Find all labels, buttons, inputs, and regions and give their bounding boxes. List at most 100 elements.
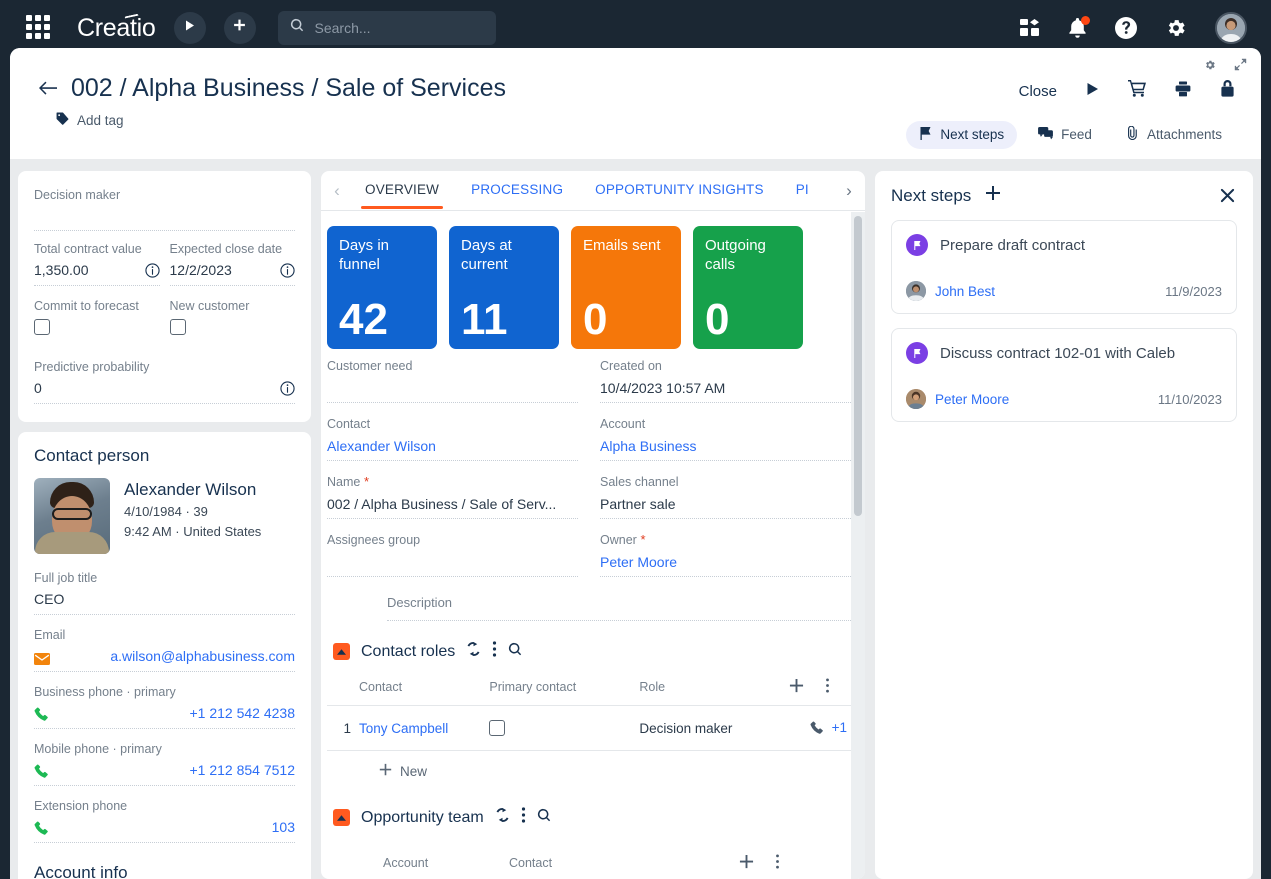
column-options-icon[interactable] <box>775 858 780 872</box>
dashboard-icon[interactable] <box>1020 19 1040 37</box>
search-icon[interactable] <box>508 642 523 662</box>
mobile-phone-value[interactable]: +1 212 854 7512 <box>190 759 296 781</box>
column-options-icon[interactable] <box>825 682 830 696</box>
field-mobile-phone[interactable]: Mobile phone · primary +1 212 854 7512 <box>34 739 295 786</box>
add-next-step-icon[interactable] <box>985 185 1001 206</box>
commit-to-forecast-checkbox[interactable] <box>34 319 50 335</box>
center-scrollbar[interactable] <box>851 212 865 879</box>
cart-icon[interactable] <box>1128 80 1146 102</box>
close-button[interactable]: Close <box>1019 83 1057 100</box>
contact-person-birthdate: 4/10/1984 · 39 <box>124 502 261 522</box>
add-new-contact-role-button[interactable]: New <box>327 751 851 779</box>
email-value[interactable]: a.wilson@alphabusiness.com <box>110 645 295 667</box>
kpi-days-at-current[interactable]: Days at current 11 <box>449 226 559 349</box>
run-process-icon[interactable] <box>1086 82 1099 101</box>
notifications-bell-icon[interactable] <box>1068 18 1087 39</box>
page-settings-gear-icon[interactable] <box>1204 58 1216 76</box>
field-business-phone[interactable]: Business phone · primary +1 212 542 4238 <box>34 682 295 729</box>
refresh-icon[interactable] <box>466 642 481 661</box>
phone-icon[interactable] <box>808 721 824 736</box>
row-primary-contact-checkbox[interactable] <box>489 720 505 736</box>
field-name[interactable]: Name * 002 / Alpha Business / Sale of Se… <box>327 471 578 519</box>
brand-logo[interactable]: Creatio <box>77 14 156 43</box>
kpi-outgoing-calls[interactable]: Outgoing calls 0 <box>693 226 803 349</box>
lock-icon[interactable] <box>1220 80 1235 102</box>
info-icon[interactable] <box>280 263 295 278</box>
print-icon[interactable] <box>1175 81 1191 102</box>
close-panel-icon[interactable] <box>1220 188 1235 208</box>
field-divider <box>34 728 295 729</box>
user-avatar[interactable] <box>1215 12 1247 44</box>
field-account[interactable]: Account Alpha Business <box>600 413 851 461</box>
account-value[interactable]: Alpha Business <box>600 435 851 457</box>
kpi-days-in-funnel-value: 42 <box>339 297 425 343</box>
play-icon <box>183 19 196 37</box>
extension-phone-value[interactable]: 103 <box>272 816 295 838</box>
next-step-card[interactable]: Discuss contract 102-01 with Caleb Peter… <box>891 328 1237 422</box>
tab-processing[interactable]: PROCESSING <box>455 172 579 209</box>
contact-person-name[interactable]: Alexander Wilson <box>124 478 261 502</box>
tab-attachments[interactable]: Attachments <box>1113 120 1235 149</box>
table-header-row: Contact Primary contact Role <box>327 672 851 706</box>
tab-feed[interactable]: Feed <box>1025 121 1105 149</box>
settings-gear-icon[interactable] <box>1165 17 1187 39</box>
field-expected-close-date[interactable]: Expected close date 12/2/2023 <box>170 239 296 286</box>
tabs-scroll-left-icon[interactable]: ‹ <box>325 181 349 201</box>
scrollbar-thumb[interactable] <box>854 216 862 516</box>
field-assignees-group[interactable]: Assignees group <box>327 529 578 577</box>
expand-icon[interactable] <box>1234 58 1247 76</box>
info-icon[interactable] <box>280 381 295 396</box>
field-sales-channel[interactable]: Sales channel Partner sale <box>600 471 851 519</box>
help-icon[interactable] <box>1115 17 1137 39</box>
add-row-icon[interactable] <box>789 682 807 696</box>
field-commit-to-forecast: Commit to forecast <box>34 296 160 335</box>
next-step-owner[interactable]: Peter Moore <box>935 392 1009 407</box>
next-step-owner[interactable]: John Best <box>935 284 995 299</box>
sales-channel-label: Sales channel <box>600 471 851 493</box>
add-button[interactable] <box>224 12 256 44</box>
owner-value[interactable]: Peter Moore <box>600 551 851 573</box>
field-decision-maker[interactable]: Decision maker <box>34 185 295 231</box>
col-team-actions <box>735 848 851 879</box>
table-row[interactable]: 1 Tony Campbell Decision maker +1 <box>327 706 851 751</box>
section-contact-roles: Contact roles <box>327 621 851 779</box>
more-options-icon[interactable] <box>492 641 497 662</box>
tab-next-steps[interactable]: Next steps <box>906 121 1017 149</box>
field-email[interactable]: Email a.wilson@alphabusiness.com <box>34 625 295 672</box>
global-search-box[interactable]: Search... <box>278 11 496 45</box>
field-predictive-probability[interactable]: Predictive probability 0 <box>34 357 295 404</box>
add-row-icon[interactable] <box>739 858 757 872</box>
record-actions: Close <box>1019 80 1235 102</box>
refresh-icon[interactable] <box>495 808 510 827</box>
field-customer-need[interactable]: Customer need <box>327 355 578 403</box>
contact-person-localtime: 9:42 AM · United States <box>124 522 261 542</box>
tabs-scroll-right-icon[interactable]: › <box>837 181 861 201</box>
apps-grid-icon[interactable] <box>26 15 52 41</box>
contact-value[interactable]: Alexander Wilson <box>327 435 578 457</box>
kpi-emails-sent[interactable]: Emails sent 0 <box>571 226 681 349</box>
field-owner[interactable]: Owner * Peter Moore <box>600 529 851 577</box>
more-options-icon[interactable] <box>521 807 526 828</box>
new-customer-checkbox[interactable] <box>170 319 186 335</box>
tab-overview[interactable]: OVERVIEW <box>349 172 455 209</box>
search-icon[interactable] <box>537 808 552 828</box>
tab-opportunity-insights[interactable]: OPPORTUNITY INSIGHTS <box>579 172 780 209</box>
field-extension-phone[interactable]: Extension phone 103 <box>34 796 295 843</box>
tab-pi[interactable]: PI <box>780 172 825 209</box>
field-description[interactable]: Description <box>327 577 851 621</box>
business-phone-value[interactable]: +1 212 542 4238 <box>190 702 296 724</box>
field-contact[interactable]: Contact Alexander Wilson <box>327 413 578 461</box>
collapse-caret-icon[interactable] <box>333 643 350 660</box>
row-contact-link[interactable]: Tony Campbell <box>359 721 448 736</box>
next-step-card[interactable]: Prepare draft contract John Best 11/9/20… <box>891 220 1237 314</box>
row-phone[interactable]: +1 <box>832 720 847 735</box>
back-arrow-icon[interactable] <box>38 81 57 96</box>
kpi-days-in-funnel[interactable]: Days in funnel 42 <box>327 226 437 349</box>
collapse-caret-icon[interactable] <box>333 809 350 826</box>
tag-icon <box>56 112 69 128</box>
field-total-contract-value[interactable]: Total contract value 1,350.00 <box>34 239 160 286</box>
run-process-button[interactable] <box>174 12 206 44</box>
info-icon[interactable] <box>145 263 160 278</box>
plus-icon <box>232 18 247 38</box>
field-full-job-title[interactable]: Full job title CEO <box>34 568 295 615</box>
